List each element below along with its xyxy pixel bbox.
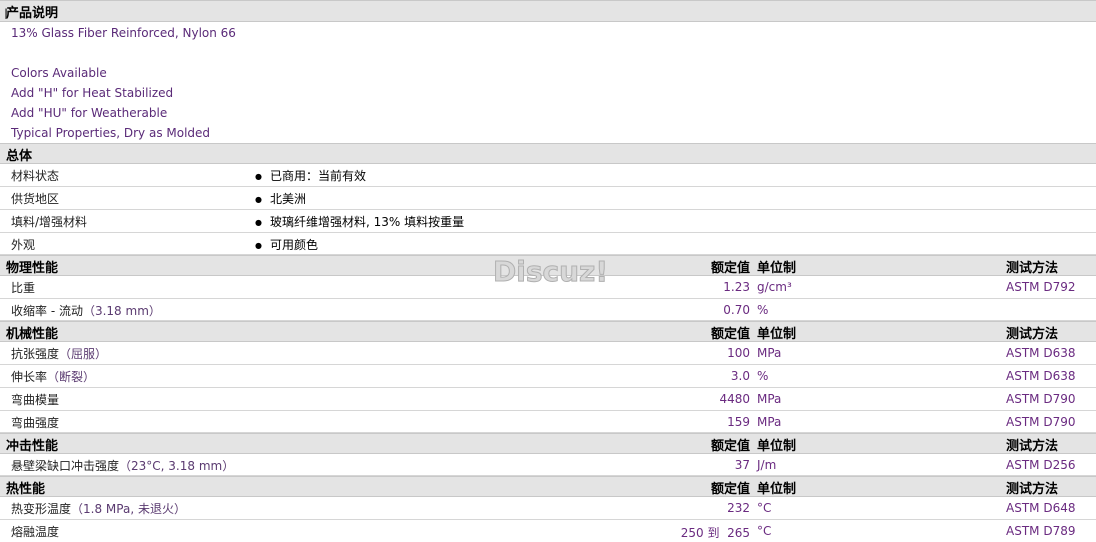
table-row: 熔融温度 250 到 265 °C ASTM D789 — [0, 520, 1096, 542]
row-label: 抗张强度 — [11, 347, 60, 361]
row-unit: °C — [757, 501, 772, 515]
row-label: 热变形温度 — [11, 502, 72, 516]
row-label: 收缩率 - 流动 — [11, 304, 83, 318]
row-label: 比重 — [11, 281, 36, 295]
row-label: 填料/增强材料 — [11, 215, 88, 229]
nominal-header: 额定值 — [710, 439, 750, 454]
section-title: 产品说明 — [6, 6, 59, 21]
row-label: 弯曲模量 — [11, 393, 60, 407]
table-row: 伸长率（断裂） 3.0 % ASTM D638 — [0, 365, 1096, 388]
description-line: Add "H" for Heat Stabilized — [11, 86, 174, 100]
row-method: ASTM D792 — [1006, 280, 1076, 294]
nominal-header: 额定值 — [710, 327, 750, 342]
row-value: 4480 — [719, 392, 750, 406]
row-value: 232 — [727, 501, 750, 515]
row-value: 37 — [734, 458, 750, 472]
row-label: 熔融温度 — [11, 525, 60, 539]
section-description: 产品说明 — [0, 0, 1096, 22]
section-title: 物理性能 — [6, 261, 59, 276]
section-title: 冲击性能 — [6, 439, 59, 454]
row-label: 材料状态 — [11, 169, 60, 183]
row-label: 伸长率 — [11, 370, 48, 384]
row-condition: （23°C, 3.18 mm） — [119, 459, 235, 473]
unit-header: 单位制 — [757, 439, 797, 454]
row-value: 已商用：当前有效 — [255, 167, 366, 184]
row-method: ASTM D790 — [1006, 415, 1076, 429]
table-row: 材料状态 已商用：当前有效 — [0, 164, 1096, 187]
section-impact: 冲击性能 额定值 单位制 测试方法 — [0, 433, 1096, 454]
row-label: 供货地区 — [11, 192, 60, 206]
unit-header: 单位制 — [757, 261, 797, 276]
row-unit: % — [757, 303, 769, 317]
table-row: 填料/增强材料 玻璃纤维增强材料, 13% 填料按重量 — [0, 210, 1096, 233]
table-row: 弯曲模量 4480 MPa ASTM D790 — [0, 388, 1096, 411]
section-title: 热性能 — [6, 482, 46, 497]
row-value: 北美洲 — [255, 190, 306, 207]
row-label: 外观 — [11, 238, 36, 252]
section-title: 机械性能 — [6, 327, 59, 342]
row-condition: （1.8 MPa, 未退火） — [71, 502, 186, 516]
section-general: 总体 — [0, 143, 1096, 164]
row-value: 0.70 — [723, 303, 750, 317]
unit-header: 单位制 — [757, 327, 797, 342]
table-row: 悬壁梁缺口冲击强度（23°C, 3.18 mm） 37 J/m ASTM D25… — [0, 454, 1096, 476]
table-row: 抗张强度（屈服） 100 MPa ASTM D638 — [0, 342, 1096, 365]
table-row: 热变形温度（1.8 MPa, 未退火） 232 °C ASTM D648 — [0, 497, 1096, 520]
table-row: 弯曲强度 159 MPa ASTM D790 — [0, 411, 1096, 433]
row-value: 可用颜色 — [255, 236, 318, 253]
row-value: 100 — [727, 346, 750, 360]
row-unit: MPa — [757, 415, 782, 429]
row-method: ASTM D256 — [1006, 458, 1076, 472]
section-mechanical: 机械性能 额定值 单位制 测试方法 — [0, 321, 1096, 342]
row-unit: °C — [757, 524, 772, 538]
row-method: ASTM D638 — [1006, 346, 1076, 360]
watermark-logo: Discuz! — [492, 255, 609, 289]
method-header: 测试方法 — [1006, 261, 1059, 276]
method-header: 测试方法 — [1006, 327, 1059, 342]
row-value: 玻璃纤维增强材料, 13% 填料按重量 — [255, 213, 464, 230]
description-line: Add "HU" for Weatherable — [11, 106, 168, 120]
row-unit: MPa — [757, 392, 782, 406]
text-cursor-icon: Ι — [4, 7, 9, 23]
row-label: 悬壁梁缺口冲击强度 — [11, 459, 120, 473]
section-title: 总体 — [6, 149, 33, 164]
nominal-header: 额定值 — [710, 261, 750, 276]
unit-header: 单位制 — [757, 482, 797, 497]
method-header: 测试方法 — [1006, 482, 1059, 497]
row-value: 1.23 — [723, 280, 750, 294]
row-condition: （3.18 mm） — [82, 304, 161, 318]
description-line: Colors Available — [11, 66, 107, 80]
row-unit: g/cm³ — [757, 280, 792, 294]
row-label: 弯曲强度 — [11, 416, 60, 430]
row-method: ASTM D638 — [1006, 369, 1076, 383]
row-method: ASTM D790 — [1006, 392, 1076, 406]
table-row: 供货地区 北美洲 — [0, 187, 1096, 210]
description-line: 13% Glass Fiber Reinforced, Nylon 66 — [11, 26, 236, 40]
row-value: 250 到 265 — [680, 526, 750, 540]
row-condition: （断裂） — [47, 370, 96, 384]
nominal-header: 额定值 — [710, 482, 750, 497]
table-row: 外观 可用颜色 — [0, 233, 1096, 255]
method-header: 测试方法 — [1006, 439, 1059, 454]
row-value: 3.0 — [730, 369, 750, 383]
row-condition: （屈服） — [59, 347, 108, 361]
row-method: ASTM D648 — [1006, 501, 1076, 515]
table-row: 收缩率 - 流动（3.18 mm） 0.70 % — [0, 299, 1096, 321]
row-unit: J/m — [757, 458, 777, 472]
row-unit: MPa — [757, 346, 782, 360]
row-value: 159 — [727, 415, 750, 429]
section-thermal: 热性能 额定值 单位制 测试方法 — [0, 476, 1096, 497]
description-line: Typical Properties, Dry as Molded — [11, 126, 211, 140]
row-unit: % — [757, 369, 769, 383]
row-method: ASTM D789 — [1006, 524, 1076, 538]
